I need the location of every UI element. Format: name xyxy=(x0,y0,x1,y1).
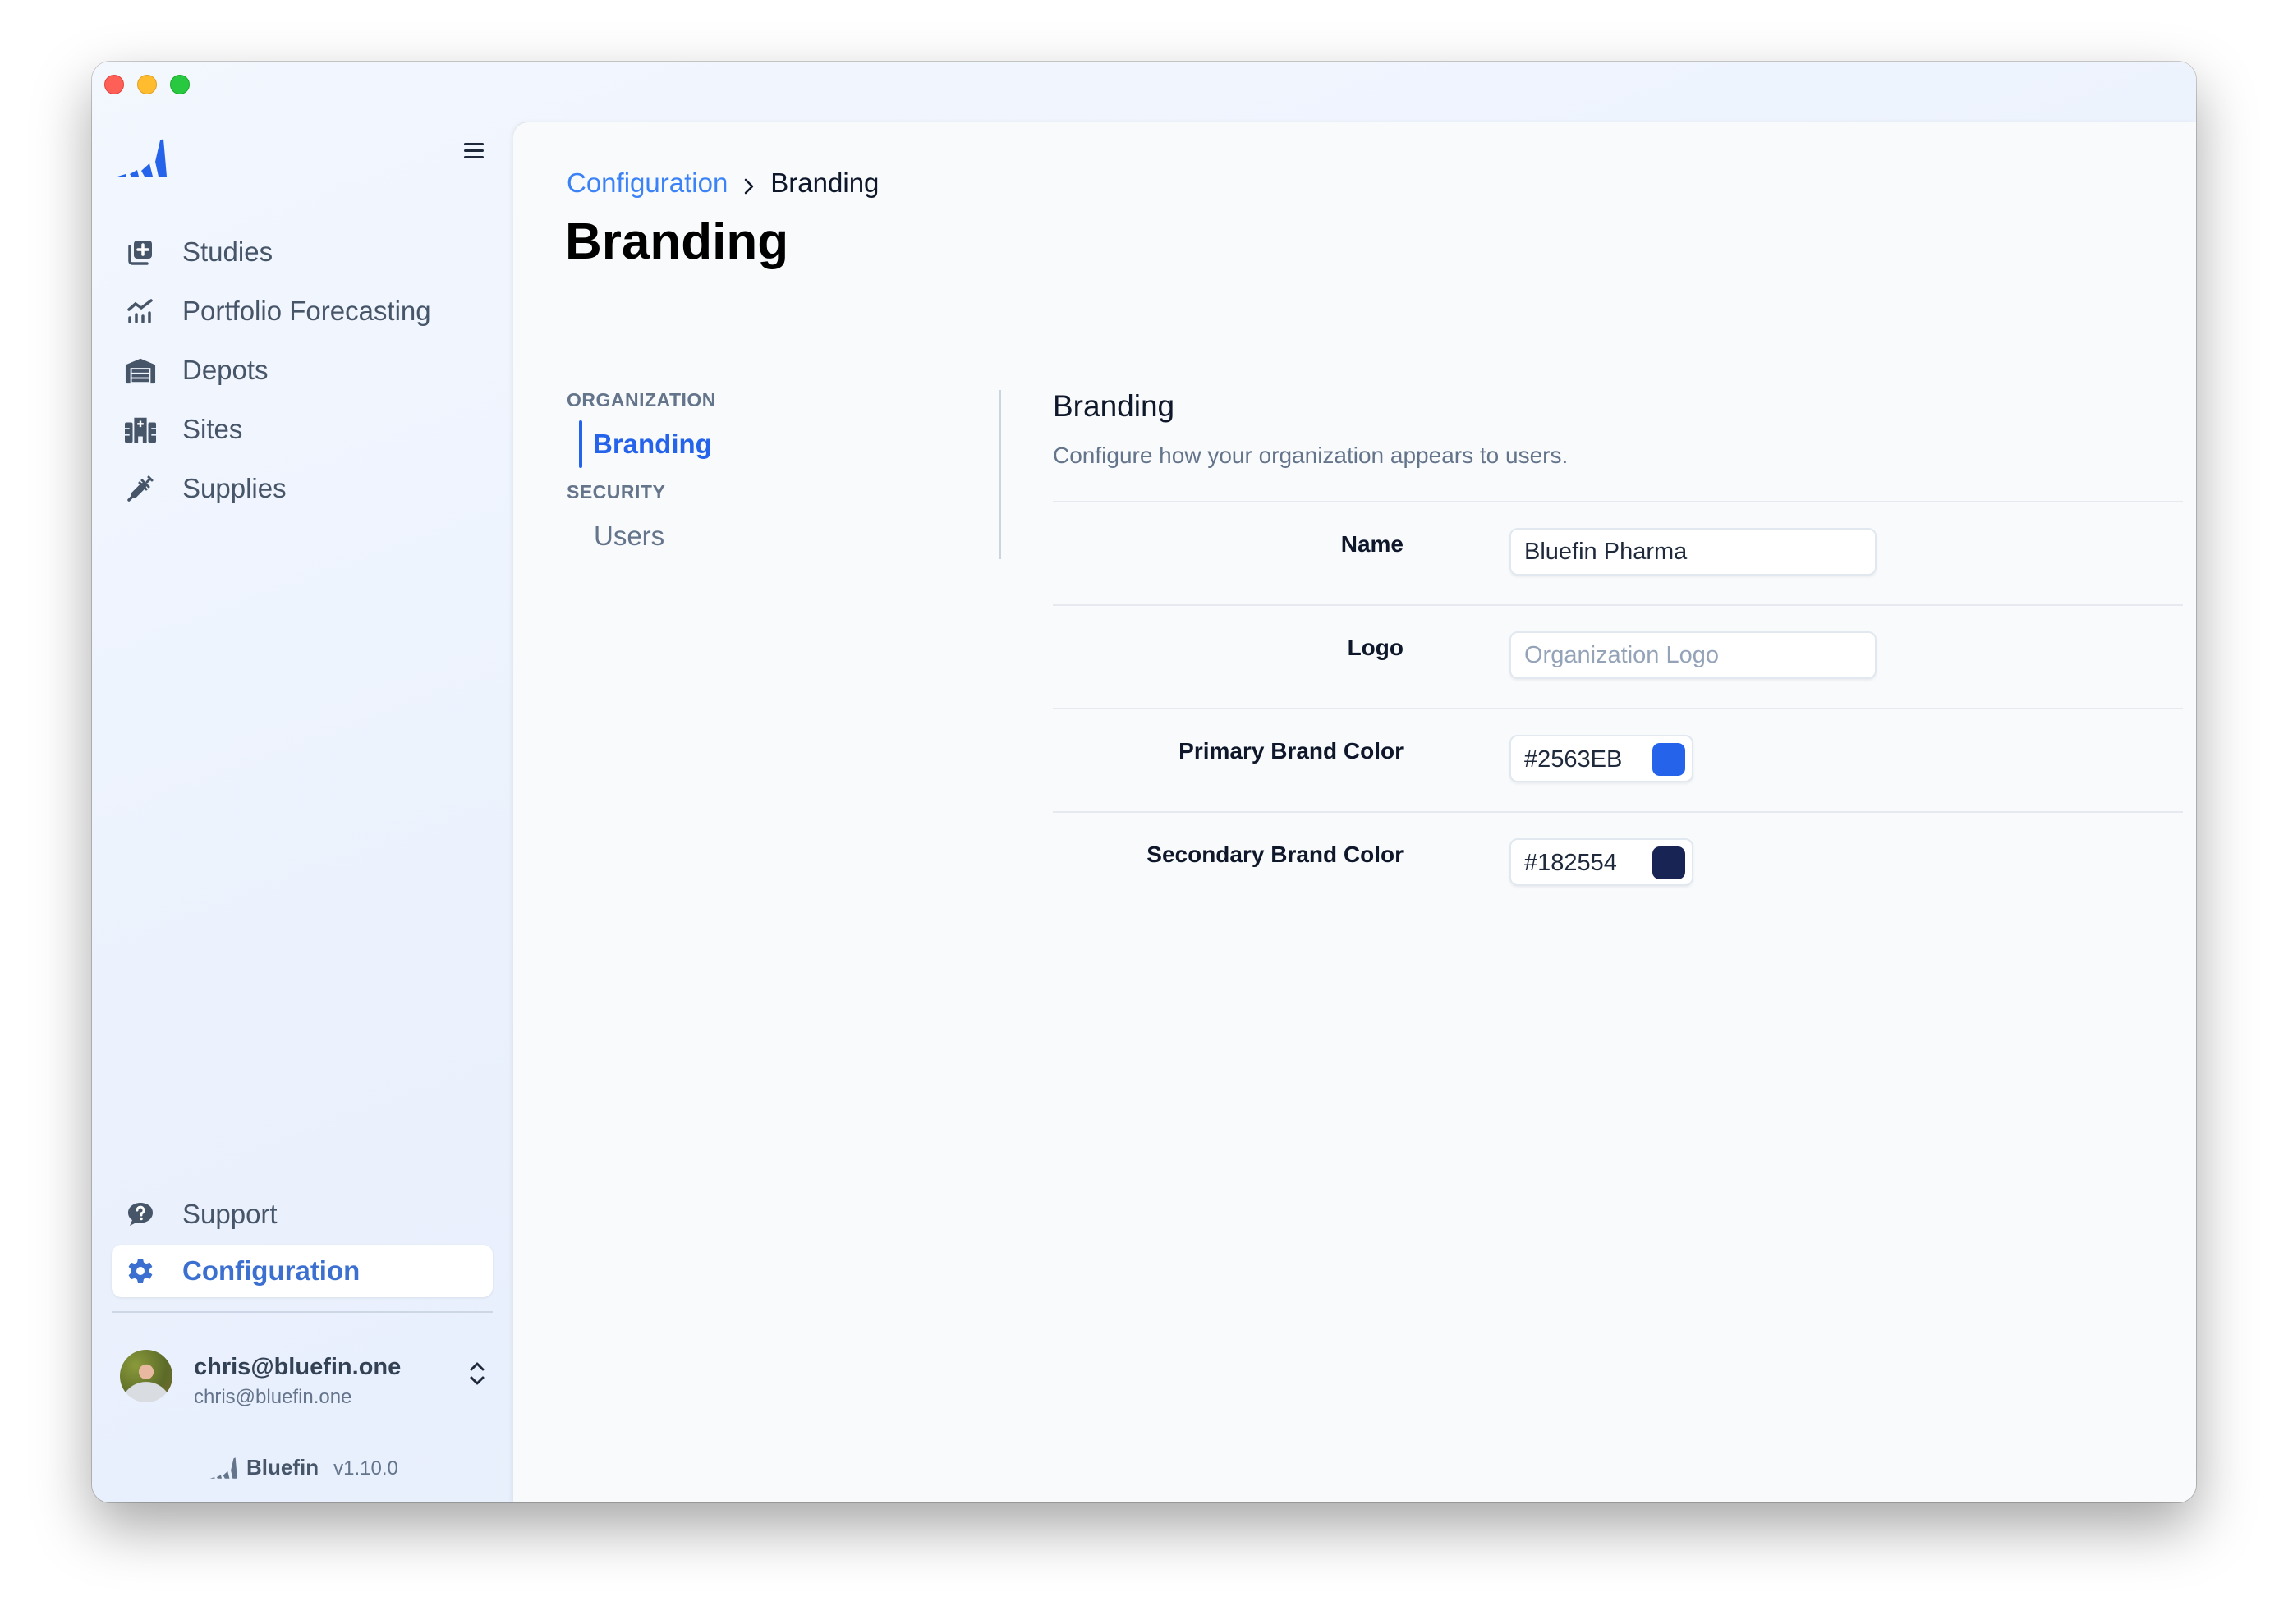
sidebar: Studies Portfolio Forecasting Depots Sit… xyxy=(92,62,513,1502)
divider xyxy=(1053,501,2183,502)
gear-icon xyxy=(125,1255,156,1287)
subnav-group-organization: ORGANIZATION xyxy=(567,389,716,411)
sidebar-item-label: Configuration xyxy=(182,1255,361,1286)
name-input[interactable] xyxy=(1509,528,1877,576)
app-version: v1.10.0 xyxy=(333,1457,398,1479)
sidebar-item-label: Sites xyxy=(182,414,243,444)
sidebar-item-portfolio-forecasting[interactable]: Portfolio Forecasting xyxy=(112,285,493,337)
sidebar-item-depots[interactable]: Depots xyxy=(112,344,493,397)
chart-icon xyxy=(125,296,156,327)
sidebar-item-configuration[interactable]: Configuration xyxy=(112,1245,493,1297)
user-name: chris@bluefin.one xyxy=(194,1354,402,1380)
primary-color-swatch[interactable] xyxy=(1652,743,1685,776)
syringe-icon xyxy=(125,473,156,504)
warehouse-icon xyxy=(125,355,156,386)
sidebar-item-label: Supplies xyxy=(182,473,287,503)
section-title: Branding xyxy=(1053,389,1175,423)
secondary-color-label: Secondary Brand Color xyxy=(1146,842,1404,867)
sidebar-item-supplies[interactable]: Supplies xyxy=(112,462,493,515)
user-email: chris@bluefin.one xyxy=(194,1386,352,1408)
sidebar-item-label: Support xyxy=(182,1199,278,1229)
user-menu[interactable]: chris@bluefin.one chris@bluefin.one xyxy=(113,1349,499,1408)
footer-brand-name: Bluefin xyxy=(246,1455,319,1479)
sidebar-item-label: Studies xyxy=(182,236,273,267)
secondary-color-input[interactable]: #182554 xyxy=(1509,838,1693,886)
studies-icon xyxy=(125,236,156,268)
divider xyxy=(1053,604,2183,606)
sidebar-item-label: Depots xyxy=(182,355,269,385)
divider xyxy=(1053,708,2183,709)
hospital-icon xyxy=(125,414,156,445)
logo-label: Logo xyxy=(1347,635,1404,660)
subnav-item-branding[interactable]: Branding xyxy=(593,429,712,460)
secondary-color-value: #182554 xyxy=(1524,850,1617,876)
app-window: Studies Portfolio Forecasting Depots Sit… xyxy=(92,62,2196,1502)
subnav-group-security: SECURITY xyxy=(567,481,666,502)
chevron-right-icon xyxy=(741,172,757,195)
page-title: Branding xyxy=(565,213,789,270)
sidebar-item-sites[interactable]: Sites xyxy=(112,403,493,456)
hamburger-menu-icon[interactable] xyxy=(462,139,486,163)
sidebar-item-label: Portfolio Forecasting xyxy=(182,296,431,326)
breadcrumb: Configuration Branding xyxy=(567,167,879,199)
divider xyxy=(1053,811,2183,813)
sidebar-item-support[interactable]: Support xyxy=(112,1188,493,1241)
footer-brand: Bluefin v1.10.0 xyxy=(209,1451,398,1480)
chevron-up-down-icon[interactable] xyxy=(468,1360,486,1387)
main-panel: Configuration Branding Branding ORGANIZA… xyxy=(513,122,2196,1502)
subnav-item-users[interactable]: Users xyxy=(594,521,664,552)
name-label: Name xyxy=(1340,531,1404,557)
primary-color-label: Primary Brand Color xyxy=(1178,738,1404,764)
sidebar-item-studies[interactable]: Studies xyxy=(112,226,493,278)
logo-input[interactable] xyxy=(1509,631,1877,679)
bluefin-logo-small-icon xyxy=(209,1456,243,1480)
primary-color-input[interactable]: #2563EB xyxy=(1509,735,1693,782)
section-description: Configure how your organization appears … xyxy=(1053,443,1569,468)
breadcrumb-current: Branding xyxy=(770,167,880,198)
sidebar-divider xyxy=(112,1311,493,1313)
primary-color-value: #2563EB xyxy=(1524,746,1623,773)
subnav-active-indicator xyxy=(579,420,582,468)
help-chat-icon xyxy=(125,1199,156,1230)
breadcrumb-configuration-link[interactable]: Configuration xyxy=(567,167,728,199)
avatar xyxy=(120,1350,172,1402)
bluefin-logo-icon[interactable] xyxy=(117,135,175,180)
secondary-color-swatch[interactable] xyxy=(1652,846,1685,879)
